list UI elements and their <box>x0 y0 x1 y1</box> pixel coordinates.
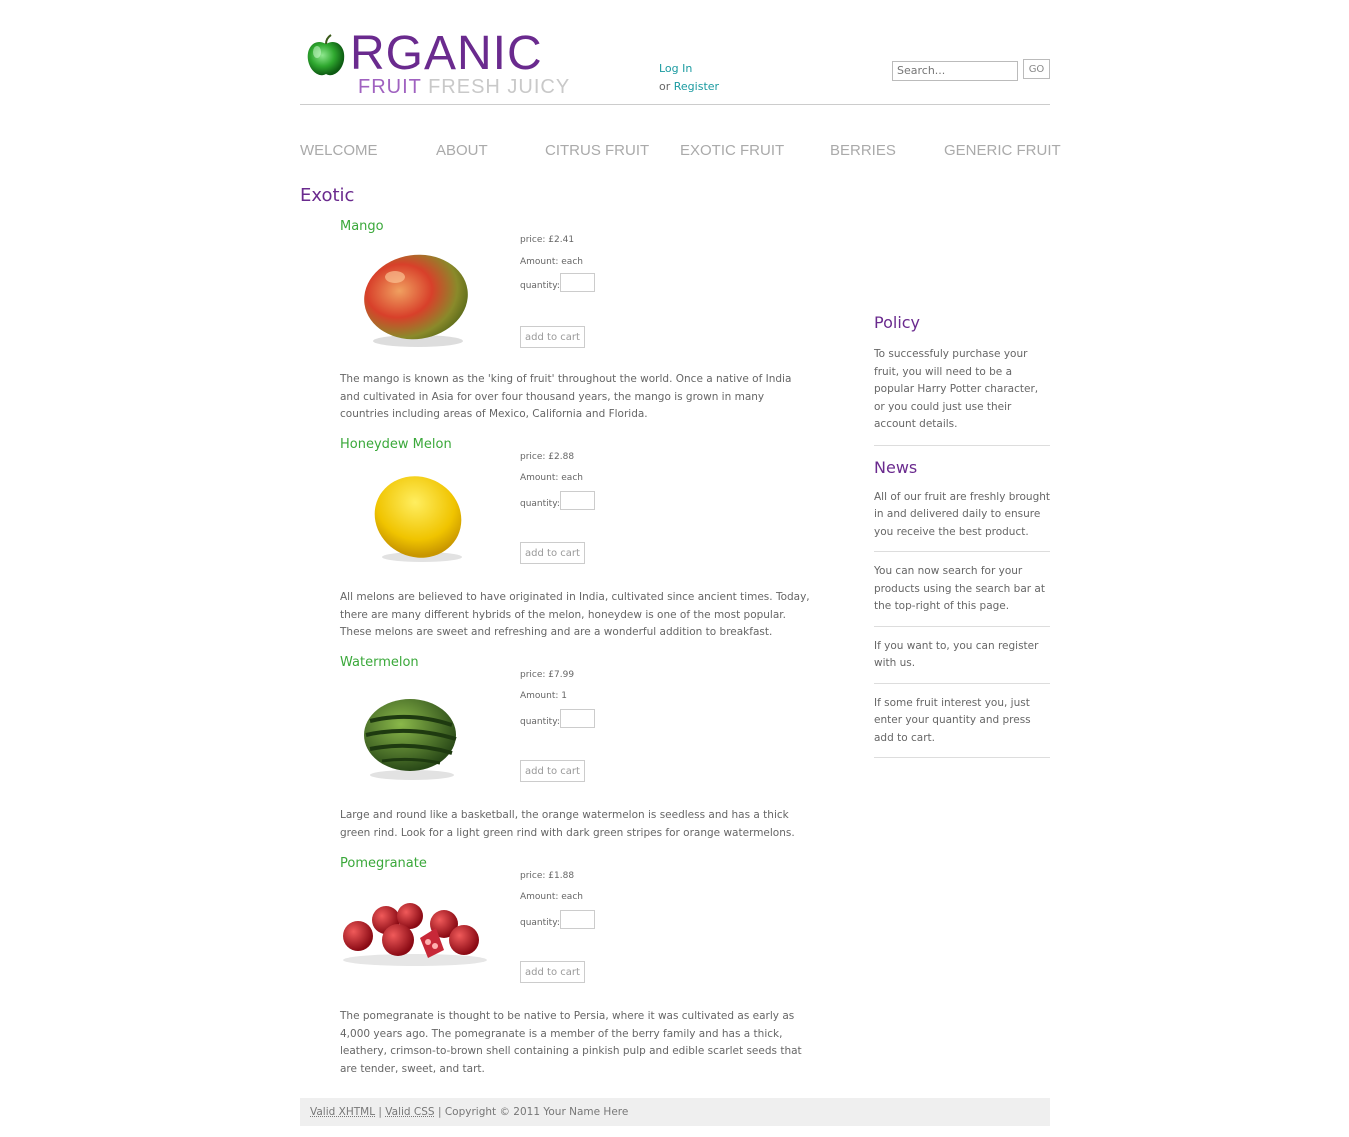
valid-css-link[interactable]: Valid CSS <box>385 1106 434 1118</box>
quantity-row: quantity: <box>520 709 595 728</box>
news-item: If some fruit interest you, just enter y… <box>874 696 1031 744</box>
logo-wordmark: RGANIC <box>350 27 543 80</box>
add-to-cart-button[interactable]: add to cart <box>520 760 585 782</box>
product-price: price: £1.88 <box>520 871 575 881</box>
quantity-label: quantity: <box>520 499 560 509</box>
product-price: price: £2.88 <box>520 452 575 462</box>
search-input[interactable] <box>892 60 1018 81</box>
register-link[interactable]: Register <box>674 80 719 93</box>
quantity-label: quantity: <box>520 918 560 928</box>
product-description: Large and round like a basketball, the o… <box>340 809 795 839</box>
policy-text: To successfuly purchase your fruit, you … <box>874 348 1039 430</box>
nav-exotic-fruit[interactable]: EXOTIC FRUIT <box>680 142 784 159</box>
quantity-input[interactable] <box>560 709 595 728</box>
auth-links: Log In or Register <box>659 60 719 96</box>
watermelon-image <box>364 699 457 780</box>
sidebar-divider <box>874 551 1050 552</box>
quantity-label: quantity: <box>520 281 560 291</box>
quantity-row: quantity: <box>520 491 595 510</box>
page-wrapper: RGANIC FRUIT FRESH JUICY Log In or Regis… <box>300 0 1061 1137</box>
news-item: All of our fruit are freshly brought in … <box>874 490 1051 538</box>
quantity-input[interactable] <box>560 910 595 929</box>
search-go-button[interactable]: GO <box>1023 59 1050 79</box>
nav-berries[interactable]: BERRIES <box>830 142 896 159</box>
or-text: or <box>659 80 671 93</box>
header-divider <box>300 104 1050 105</box>
sidebar-divider <box>874 444 1050 446</box>
quantity-row: quantity: <box>520 910 595 929</box>
product-price: price: £7.99 <box>520 670 575 680</box>
footer-separator: | <box>378 1106 382 1118</box>
news-item: If you want to, you can register with us… <box>874 639 1039 670</box>
product-name[interactable]: Pomegranate <box>340 856 427 871</box>
product-amount: Amount: 1 <box>520 691 567 701</box>
green-apple-icon <box>307 34 345 76</box>
sidebar: Policy To successfuly purchase your frui… <box>874 313 1050 758</box>
add-to-cart-button[interactable]: add to cart <box>520 326 585 348</box>
nav-about[interactable]: ABOUT <box>436 142 488 159</box>
main-nav: WELCOME ABOUT CITRUS FRUIT EXOTIC FRUIT … <box>300 142 1061 164</box>
news-item: You can now search for your products usi… <box>874 565 1045 612</box>
sidebar-divider <box>874 757 1050 758</box>
product-description: The mango is known as the 'king of fruit… <box>340 373 792 420</box>
mango-image <box>364 254 468 347</box>
section-title: Exotic <box>300 185 355 206</box>
product-amount: Amount: each <box>520 257 583 267</box>
search-bar: GO <box>892 59 1050 81</box>
honeydew-melon-image <box>374 476 462 562</box>
policy-title: Policy <box>874 313 921 332</box>
product-amount: Amount: each <box>520 892 583 902</box>
product-description: The pomegranate is thought to be native … <box>340 1010 802 1075</box>
copyright-text: | Copyright © 2011 Your Name Here <box>437 1106 629 1118</box>
valid-xhtml-link[interactable]: Valid XHTML <box>310 1106 375 1118</box>
news-title: News <box>874 457 918 477</box>
add-to-cart-button[interactable]: add to cart <box>520 542 585 564</box>
pomegranate-image <box>343 903 487 966</box>
site-logo[interactable]: RGANIC FRUIT FRESH JUICY <box>304 27 569 100</box>
product-amount: Amount: each <box>520 473 583 483</box>
footer: Valid XHTML | Valid CSS | Copyright © 20… <box>300 1098 1050 1126</box>
logo-tagline-fruit: FRUIT <box>358 76 422 98</box>
login-link[interactable]: Log In <box>659 62 692 75</box>
product-name[interactable]: Honeydew Melon <box>340 437 452 452</box>
product-price: price: £2.41 <box>520 235 575 245</box>
product-description: All melons are believed to have originat… <box>340 591 810 638</box>
logo-tagline-fresh-juicy: FRESH JUICY <box>428 76 571 98</box>
product-name[interactable]: Mango <box>340 219 384 234</box>
quantity-input[interactable] <box>560 491 595 510</box>
quantity-label: quantity: <box>520 717 560 727</box>
product-name[interactable]: Watermelon <box>340 655 419 670</box>
quantity-row: quantity: <box>520 273 595 292</box>
sidebar-divider <box>874 625 1050 627</box>
add-to-cart-button[interactable]: add to cart <box>520 961 585 983</box>
quantity-input[interactable] <box>560 273 595 292</box>
nav-generic-fruit[interactable]: GENERIC FRUIT <box>944 142 1061 159</box>
sidebar-divider <box>874 682 1050 684</box>
logo-tagline: FRUIT FRESH JUICY <box>358 76 570 98</box>
nav-citrus-fruit[interactable]: CITRUS FRUIT <box>545 142 649 159</box>
nav-welcome[interactable]: WELCOME <box>300 142 378 159</box>
